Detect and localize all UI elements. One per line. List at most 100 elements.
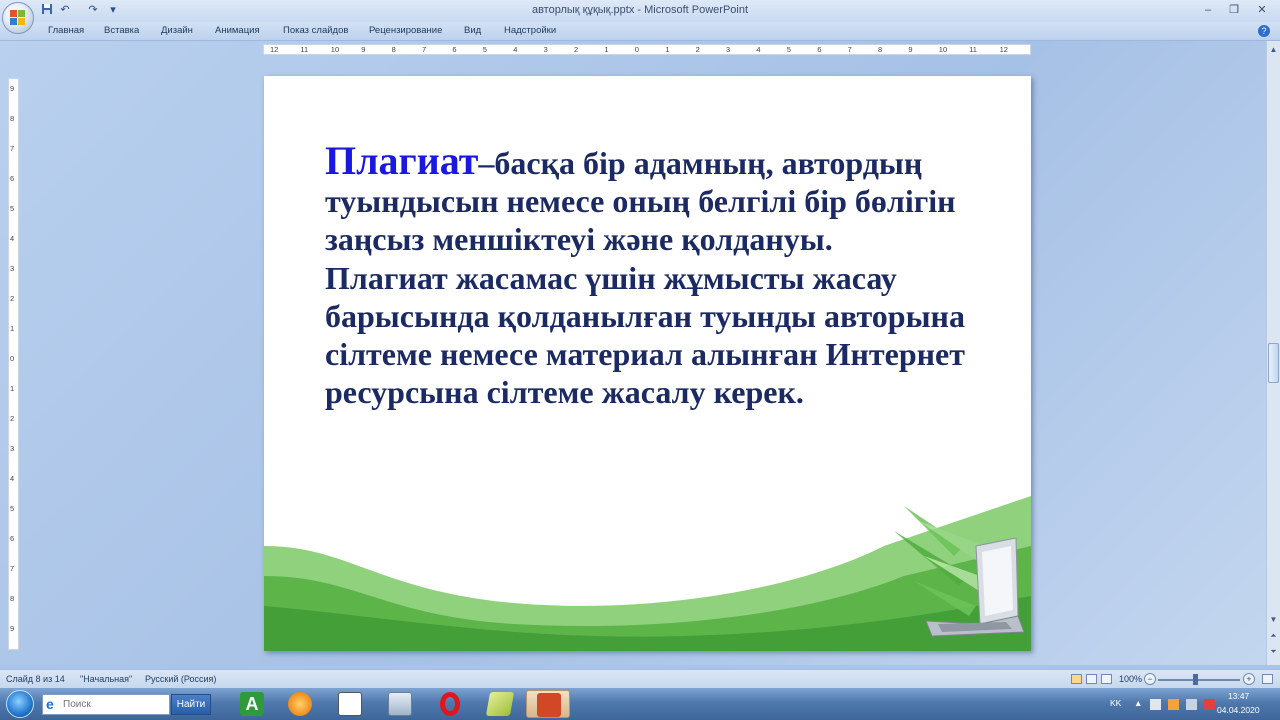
- tab-home[interactable]: Главная: [48, 25, 84, 36]
- scroll-down-icon[interactable]: ▼: [1268, 613, 1279, 626]
- ruler-mark: 3: [10, 444, 15, 453]
- ruler-mark: 2: [10, 414, 15, 423]
- fit-slide-icon[interactable]: [1262, 674, 1273, 684]
- ruler-mark: 5: [10, 504, 15, 513]
- status-bar: Слайд 8 из 14 "Начальная" Русский (Росси…: [0, 669, 1280, 689]
- vertical-scrollbar[interactable]: ▲ ▼ ⏶ ⏷: [1266, 41, 1280, 665]
- ruler-mark: 7: [847, 45, 852, 54]
- ruler-mark: 8: [10, 114, 15, 123]
- scroll-thumb[interactable]: [1268, 343, 1279, 383]
- maximize-button[interactable]: ❐: [1222, 2, 1246, 18]
- tab-slideshow[interactable]: Показ слайдов: [283, 25, 348, 36]
- taskbar-opera[interactable]: [428, 690, 472, 718]
- ruler-mark: 1: [10, 324, 15, 333]
- tab-design[interactable]: Дизайн: [161, 25, 193, 36]
- search-field[interactable]: e: [42, 694, 170, 715]
- vertical-ruler: 9 8 7 6 5 4 3 2 1 0 1 2 3 4 5 6 7 8 9: [8, 78, 19, 650]
- ruler-mark: 6: [817, 45, 822, 54]
- ruler-mark: 5: [10, 204, 15, 213]
- ruler-mark: 2: [10, 294, 15, 303]
- ruler-mark: 4: [513, 45, 518, 54]
- ruler-mark: 6: [10, 534, 15, 543]
- ruler-mark: 2: [574, 45, 579, 54]
- volume-icon[interactable]: [1186, 699, 1197, 710]
- next-slide-icon[interactable]: ⏷: [1268, 645, 1279, 658]
- slide-canvas[interactable]: Плагиат–басқа бір адамның, автордың туын…: [264, 76, 1031, 651]
- zoom-slider[interactable]: [1158, 679, 1240, 681]
- tray-expand-icon[interactable]: ▲: [1134, 698, 1142, 708]
- ruler-mark: 6: [10, 174, 15, 183]
- zoom-out-icon[interactable]: −: [1144, 673, 1156, 685]
- ribbon-tabs: Главная Вставка Дизайн Анимация Показ сл…: [0, 22, 1280, 41]
- ruler-mark: 9: [10, 624, 15, 633]
- ruler-mark: 1: [604, 45, 609, 54]
- ruler-mark: 2: [695, 45, 700, 54]
- ruler-mark: 5: [786, 45, 791, 54]
- taskbar-calculator[interactable]: [378, 690, 422, 718]
- clock-date[interactable]: 04.04.2020: [1217, 705, 1260, 715]
- network-icon[interactable]: [1150, 699, 1161, 710]
- ruler-mark: 0: [10, 354, 15, 363]
- ruler-mark: 0: [634, 45, 639, 54]
- office-button[interactable]: [2, 2, 34, 34]
- guidance-paragraph: Плагиат жасамас үшін жұмысты жасау барыс…: [325, 259, 965, 411]
- ruler-mark: 6: [452, 45, 457, 54]
- ruler-mark: 3: [543, 45, 548, 54]
- clock-time[interactable]: 13:47: [1228, 691, 1249, 701]
- taskbar-powerpoint[interactable]: [526, 690, 570, 718]
- close-button[interactable]: ✕: [1250, 2, 1274, 18]
- zoom-in-icon[interactable]: +: [1243, 673, 1255, 685]
- taskbar-document[interactable]: [328, 690, 372, 718]
- taskbar-notes[interactable]: [478, 690, 522, 718]
- calculator-icon: [388, 692, 412, 716]
- window-title: авторлық құқық.pptx - Microsoft PowerPoi…: [531, 4, 749, 16]
- ruler-mark: 8: [391, 45, 396, 54]
- antivirus-icon[interactable]: [1204, 699, 1215, 710]
- tab-addins[interactable]: Надстройки: [504, 25, 556, 36]
- search-input[interactable]: [63, 697, 163, 712]
- start-button[interactable]: [6, 690, 34, 718]
- document-icon: [338, 692, 362, 716]
- help-icon[interactable]: ?: [1258, 25, 1270, 37]
- ruler-mark: 11: [300, 45, 309, 54]
- ruler-mark: 9: [908, 45, 913, 54]
- taskbar: e Найти A KK ▲ 13:47 04.04.2020: [0, 688, 1280, 720]
- ruler-mark: 7: [422, 45, 427, 54]
- system-tray: KK ▲ 13:47 04.04.2020: [1100, 688, 1280, 720]
- definition-paragraph: Плагиат–басқа бір адамның, автордың туын…: [325, 141, 1025, 259]
- ruler-mark: 3: [10, 264, 15, 273]
- language-indicator-tray[interactable]: KK: [1110, 698, 1121, 708]
- zoom-level[interactable]: 100%: [1119, 674, 1142, 684]
- slide-counter: Слайд 8 из 14: [6, 674, 65, 684]
- scroll-up-icon[interactable]: ▲: [1268, 43, 1279, 56]
- minimize-button[interactable]: –: [1196, 2, 1220, 18]
- theme-name: "Начальная": [80, 674, 133, 684]
- ruler-mark: 5: [482, 45, 487, 54]
- tab-view[interactable]: Вид: [464, 25, 481, 36]
- taskbar-media-player[interactable]: [278, 690, 322, 718]
- notes-icon: [485, 692, 515, 716]
- tab-insert[interactable]: Вставка: [104, 25, 139, 36]
- flag-icon[interactable]: [1168, 699, 1179, 710]
- language-indicator[interactable]: Русский (Россия): [145, 674, 216, 684]
- keyword-text: Плагиат: [325, 138, 479, 183]
- taskbar-app-green[interactable]: A: [230, 690, 274, 718]
- ruler-mark: 4: [10, 474, 15, 483]
- slideshow-view-icon[interactable]: [1101, 674, 1112, 684]
- previous-slide-icon[interactable]: ⏶: [1268, 629, 1279, 642]
- search-button[interactable]: Найти: [171, 694, 211, 715]
- title-bar: ↶ ↷ ▾ авторлық құқық.pptx - Microsoft Po…: [0, 0, 1280, 22]
- slide-text-box[interactable]: Плагиат–басқа бір адамның, автордың туын…: [325, 141, 1025, 411]
- tab-review[interactable]: Рецензирование: [369, 25, 442, 36]
- ruler-mark: 3: [726, 45, 731, 54]
- slide-sorter-icon[interactable]: [1086, 674, 1097, 684]
- zoom-slider-thumb[interactable]: [1193, 674, 1198, 685]
- media-player-icon: [288, 692, 312, 716]
- tab-animation[interactable]: Анимация: [215, 25, 260, 36]
- ruler-mark: 1: [10, 384, 15, 393]
- horizontal-ruler: 12 11 10 9 8 7 6 5 4 3 2 1 0 1 2 3 4 5 6 7 8 9 10 11 12: [263, 44, 1031, 55]
- ruler-mark: 4: [10, 234, 15, 243]
- normal-view-icon[interactable]: [1071, 674, 1082, 684]
- ruler-mark: 8: [10, 594, 15, 603]
- ruler-mark: 7: [10, 564, 15, 573]
